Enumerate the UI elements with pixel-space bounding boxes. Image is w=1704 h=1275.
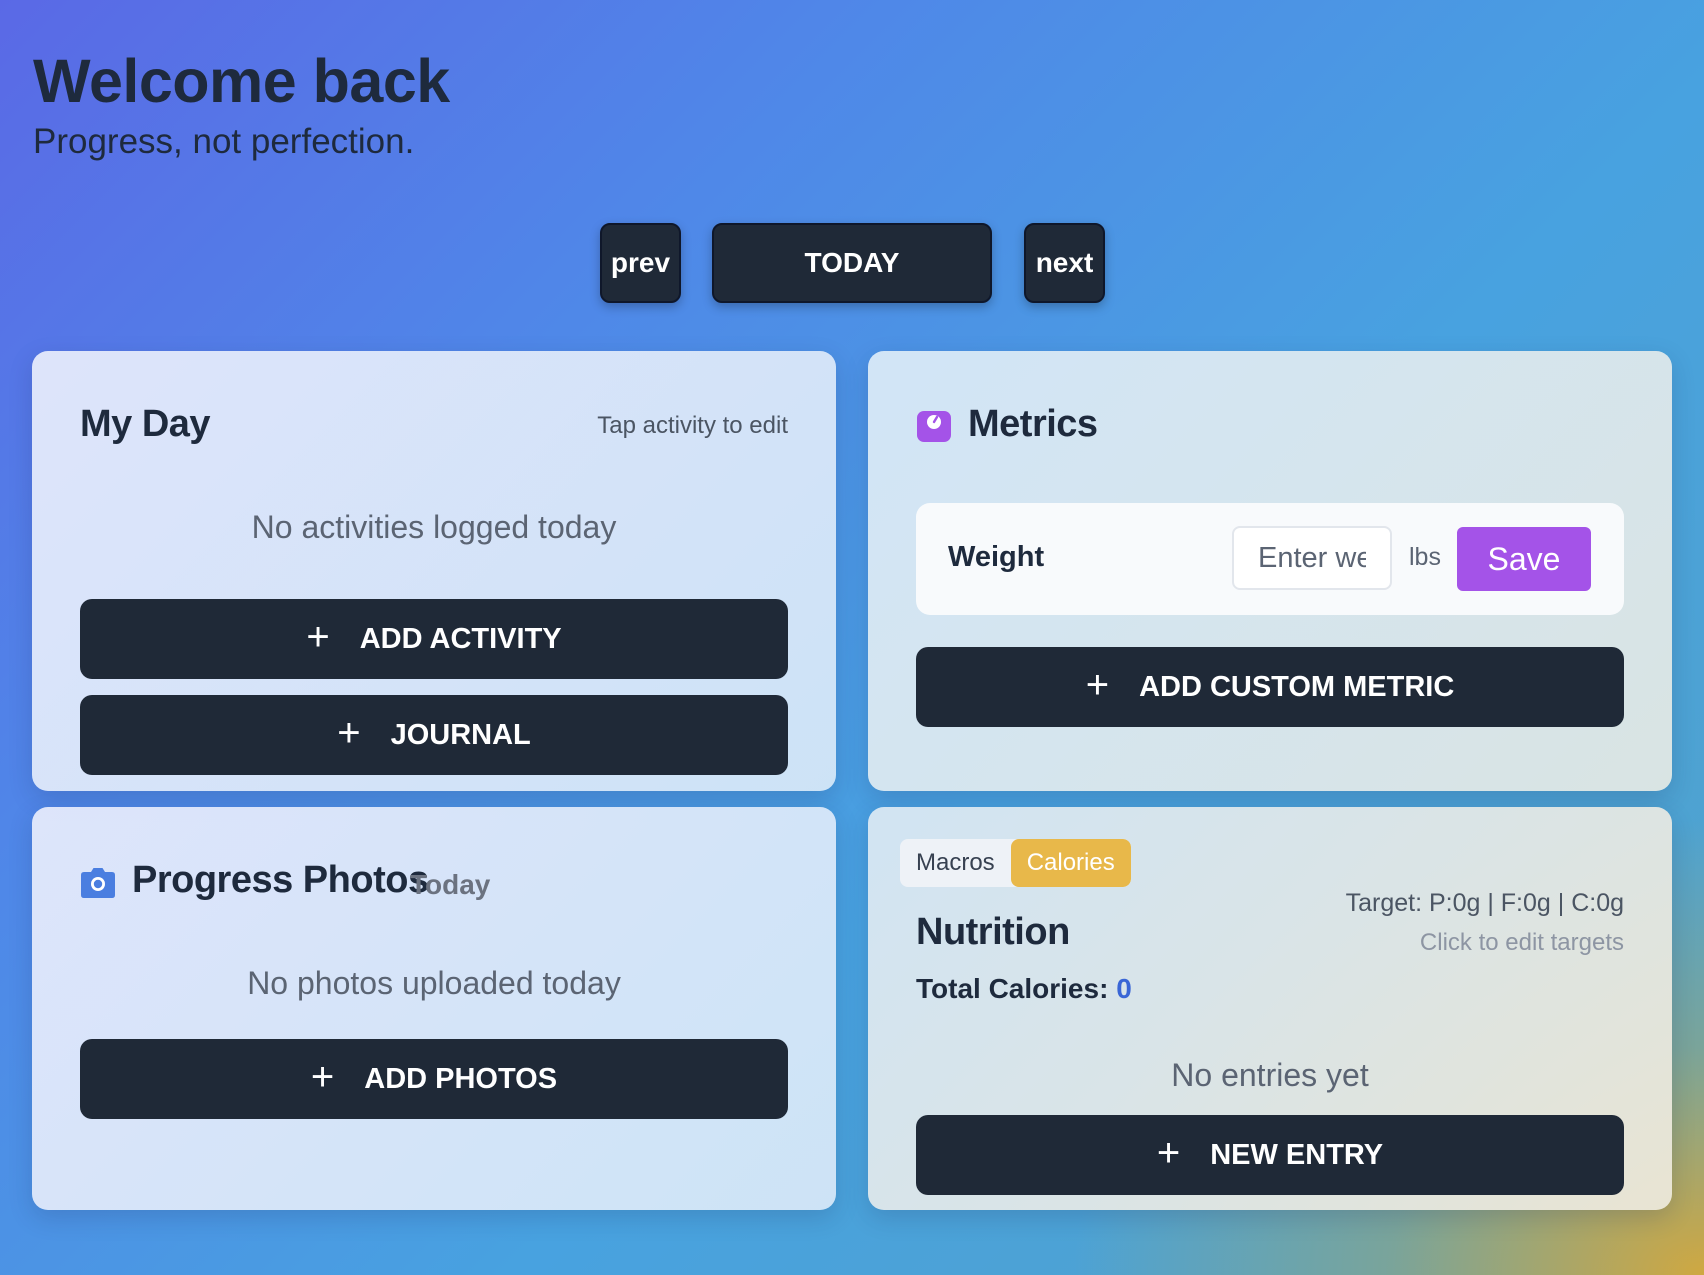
progress-photos-card: Progress Photos Today No photos uploaded… [32,807,836,1210]
new-entry-button[interactable]: + NEW ENTRY [916,1115,1624,1195]
total-calories-value: 0 [1116,973,1132,1004]
plus-icon: + [1085,663,1110,707]
metrics-card: Metrics Weight lbs Save + ADD CUSTOM MET… [868,351,1672,791]
no-activities-text: No activities logged today [251,509,617,545]
total-calories: Total Calories: 0 [916,973,1132,1005]
add-custom-metric-label: ADD CUSTOM METRIC [1139,670,1455,703]
progress-photos-title: Progress Photos [132,859,429,901]
page-title: Welcome back [33,47,450,115]
no-photos-text: No photos uploaded today [247,965,621,1001]
tab-calories[interactable]: Calories [1010,839,1131,887]
tab-macros[interactable]: Macros [900,839,1011,887]
weight-unit-label: lbs [1409,543,1441,571]
no-entries-text: No entries yet [1171,1057,1369,1093]
tap-to-edit-hint: Tap activity to edit [597,412,788,439]
plus-icon: + [310,1055,335,1099]
weight-input[interactable] [1232,526,1392,590]
weight-label: Weight [948,541,1045,573]
weight-metric-row: Weight lbs Save [916,503,1624,615]
scale-icon [916,408,952,444]
nutrition-title: Nutrition [916,911,1070,953]
my-day-title: My Day [80,403,211,445]
add-custom-metric-button[interactable]: + ADD CUSTOM METRIC [916,647,1624,727]
photos-date-tag: Today [410,869,491,900]
total-calories-label: Total Calories: [916,973,1109,1004]
add-activity-label: ADD ACTIVITY [359,622,562,655]
prev-day-button[interactable]: prev [600,223,681,303]
metrics-title: Metrics [968,403,1098,445]
macro-target-text: Target: P:0g | F:0g | C:0g [1345,889,1624,917]
next-day-button[interactable]: next [1024,223,1105,303]
save-weight-button[interactable]: Save [1457,527,1591,591]
nutrition-card: Macros Calories Nutrition Target: P:0g |… [868,807,1672,1210]
add-photos-button[interactable]: + ADD PHOTOS [80,1039,788,1119]
today-button[interactable]: TODAY [712,223,992,303]
new-entry-label: NEW ENTRY [1210,1138,1384,1171]
add-activity-button[interactable]: + ADD ACTIVITY [80,599,788,679]
camera-icon [80,865,116,901]
nutrition-view-toggle: Macros Calories [900,839,1131,887]
journal-label: JOURNAL [390,718,531,751]
edit-targets-link[interactable]: Click to edit targets [1420,929,1624,957]
page-header: Welcome back Progress, not perfection. [33,40,450,162]
date-navigation: prev TODAY next [0,223,1704,303]
plus-icon: + [306,615,330,659]
page-subtitle: Progress, not perfection. [33,122,415,161]
add-photos-label: ADD PHOTOS [364,1062,558,1095]
plus-icon: + [1156,1131,1181,1175]
journal-button[interactable]: + JOURNAL [80,695,788,775]
plus-icon: + [337,711,361,755]
my-day-card: My Day Tap activity to edit No activitie… [32,351,836,791]
